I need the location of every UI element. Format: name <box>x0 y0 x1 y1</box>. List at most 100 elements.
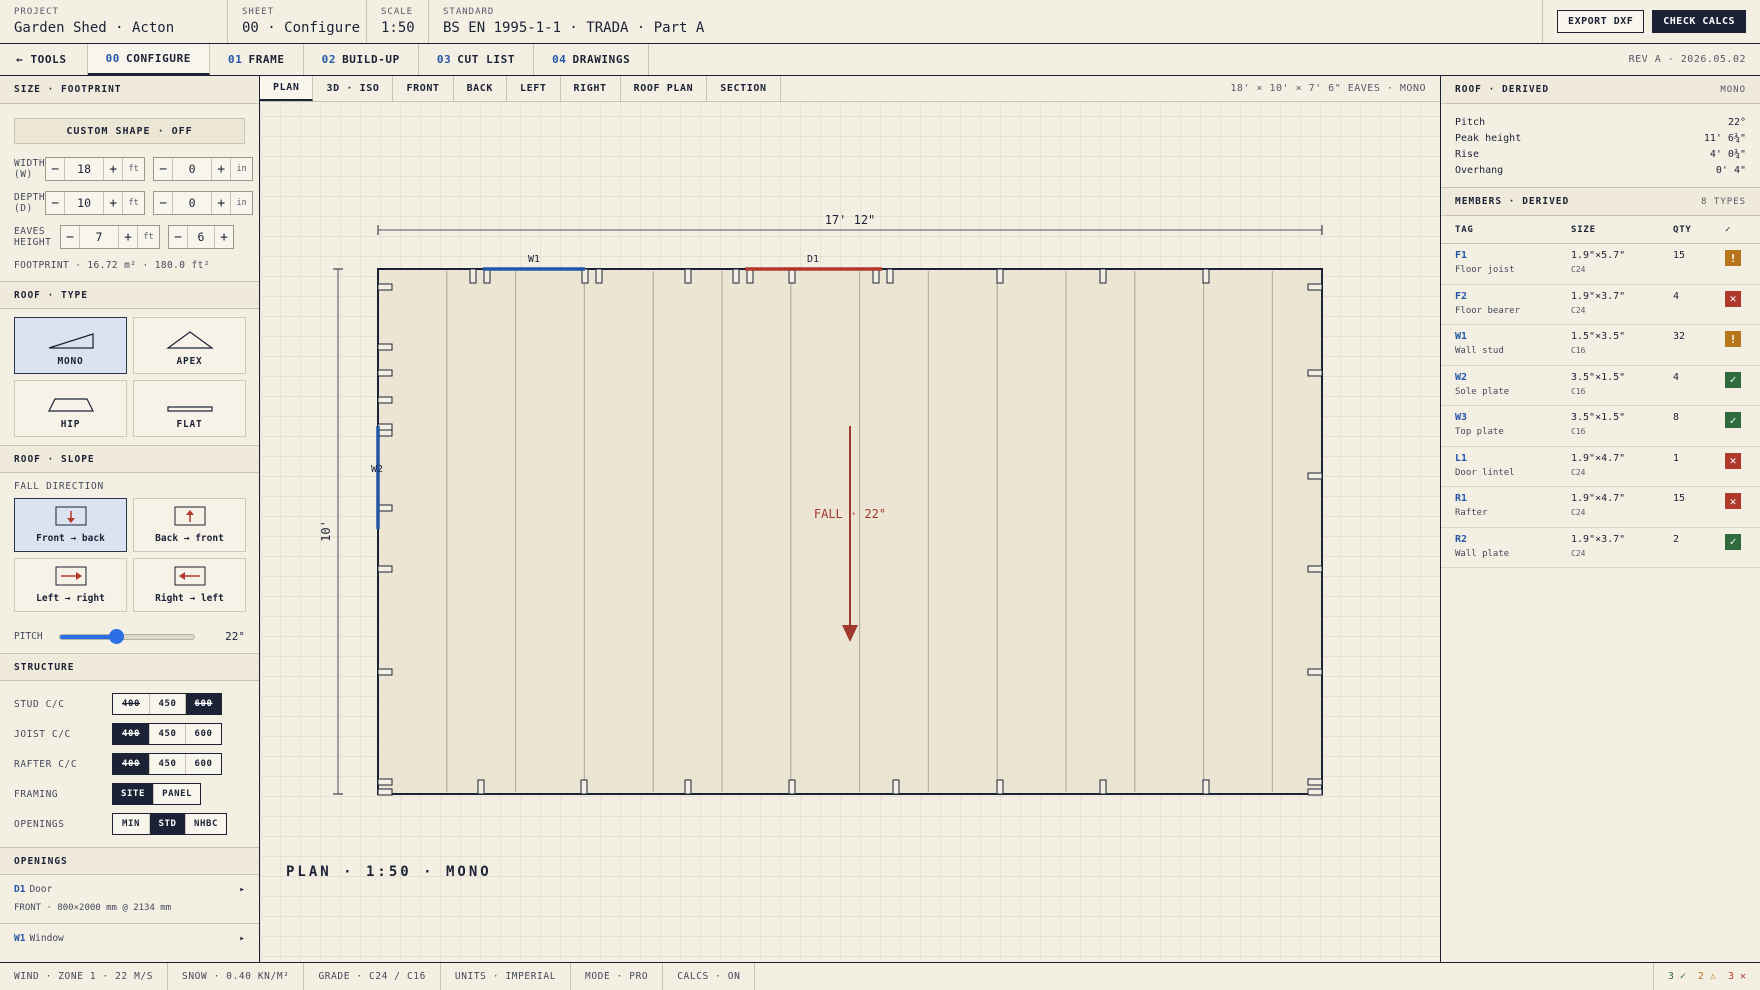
increment-button[interactable]: + <box>212 192 230 214</box>
joist-option-450[interactable]: 450 <box>149 724 185 744</box>
member-row[interactable]: R2 Wall plate 1.9"×3.7" C24 2 ✓ <box>1441 528 1760 568</box>
member-row[interactable]: F2 Floor bearer 1.9"×3.7" C24 4 ✕ <box>1441 285 1760 325</box>
width-ft-value[interactable]: 18 <box>64 158 105 180</box>
derived-peak-row: Peak height 11' 6¾" <box>1441 130 1760 146</box>
member-row[interactable]: W2 Sole plate 3.5"×1.5" C16 4 ✓ <box>1441 366 1760 406</box>
section-structure: STRUCTURE <box>0 653 259 681</box>
standard-label: STANDARD <box>443 7 495 17</box>
member-tag-cell: F2 Floor bearer <box>1455 291 1571 325</box>
member-row[interactable]: W3 Top plate 3.5"×1.5" C16 8 ✓ <box>1441 406 1760 447</box>
width-label: WIDTH (W) <box>14 158 45 180</box>
stud-mark <box>872 268 880 284</box>
joist-option-600[interactable]: 600 <box>185 724 221 744</box>
stud-option-600[interactable]: 600 <box>185 694 221 714</box>
direction-label: Back → front <box>155 533 224 544</box>
member-status-cell: ✓ <box>1725 371 1755 406</box>
pitch-slider[interactable] <box>58 628 195 644</box>
framing-option-site[interactable]: SITE <box>113 784 154 804</box>
roof-type-hip[interactable]: HIP <box>14 380 127 437</box>
stud-option-450[interactable]: 450 <box>149 694 185 714</box>
check-calcs-button[interactable]: CHECK CALCS <box>1652 10 1746 33</box>
tab-configure[interactable]: 00 CONFIGURE <box>87 44 211 75</box>
custom-shape-toggle[interactable]: CUSTOM SHAPE · OFF <box>14 118 245 144</box>
openings-option-min[interactable]: MIN <box>113 814 149 834</box>
openings-option-std[interactable]: STD <box>149 814 185 834</box>
opening-d1[interactable]: D1 Door ▸ <box>0 875 259 895</box>
view-tab-roof-plan[interactable]: ROOF PLAN <box>621 76 708 101</box>
eaves-in-value[interactable]: 6 <box>187 226 215 248</box>
member-row[interactable]: R1 Rafter 1.9"×4.7" C24 15 ✕ <box>1441 487 1760 528</box>
decrement-button[interactable]: − <box>46 192 64 214</box>
view-tab-right[interactable]: RIGHT <box>561 76 621 101</box>
increment-button[interactable]: + <box>104 158 122 180</box>
stud-mark <box>469 268 477 284</box>
width-in-value[interactable]: 0 <box>172 158 213 180</box>
eaves-label-line: HEIGHT <box>14 237 52 248</box>
view-tab-back[interactable]: BACK <box>454 76 508 101</box>
fall-left-right[interactable]: Left → right <box>14 558 127 612</box>
member-row[interactable]: F1 Floor joist 1.9"×5.7" C24 15! <box>1441 244 1760 285</box>
roof-type-apex[interactable]: APEX <box>133 317 246 374</box>
roof-type-mono[interactable]: MONO <box>14 317 127 374</box>
derived-key: Rise <box>1455 148 1480 160</box>
members-count: 8 TYPES <box>1701 196 1746 207</box>
eaves-ft-value[interactable]: 7 <box>79 226 119 248</box>
decrement-button[interactable]: − <box>154 192 172 214</box>
framing-option-panel[interactable]: PANEL <box>153 784 201 804</box>
fall-right-left[interactable]: Right → left <box>133 558 246 612</box>
member-size: 1.9"×4.7" <box>1571 493 1626 504</box>
member-size-cell: 1.9"×4.7" C24 <box>1571 453 1673 487</box>
increment-button[interactable]: + <box>119 226 137 248</box>
fall-back-front[interactable]: Back → front <box>133 498 246 552</box>
opening-w1[interactable]: W1 Window ▸ <box>0 924 259 944</box>
member-tag: F2 <box>1455 290 1468 302</box>
depth-dimension-label: 10' <box>319 520 333 542</box>
members-table-header: TAG SIZE QTY ✓ <box>1441 216 1760 244</box>
tools-button[interactable]: ← TOOLS <box>0 44 88 75</box>
roof-type-flat[interactable]: FLAT <box>133 380 246 437</box>
tab-cut-list[interactable]: 03 CUT LIST <box>419 44 535 75</box>
eaves-row: EAVES HEIGHT −7 + ft −6 + <box>0 220 259 254</box>
member-grade: C16 <box>1571 386 1586 396</box>
stud-mark <box>377 788 393 796</box>
view-tab-left[interactable]: LEFT <box>507 76 561 101</box>
rafter-option-600[interactable]: 600 <box>185 754 221 774</box>
stud-option-400[interactable]: 400 <box>113 694 149 714</box>
rafter-cc-row: RAFTER C/C 400 450 600 <box>0 749 259 779</box>
sheet-label: SHEET <box>242 7 275 17</box>
export-dxf-button[interactable]: EXPORT DXF <box>1557 10 1645 33</box>
tab-build-up[interactable]: 02 BUILD-UP <box>304 44 419 75</box>
pitch-slider-handle[interactable] <box>108 628 124 644</box>
wall-studs <box>377 268 1323 796</box>
tab-drawings[interactable]: 04 DRAWINGS <box>534 44 650 75</box>
member-row[interactable]: L1 Door lintel 1.9"×4.7" C24 1 ✕ <box>1441 447 1760 487</box>
depth-in-value[interactable]: 0 <box>172 192 213 214</box>
view-tab-plan[interactable]: PLAN <box>260 76 314 101</box>
fall-front-back[interactable]: Front → back <box>14 498 127 552</box>
decrement-button[interactable]: − <box>154 158 172 180</box>
drawing-canvas[interactable]: PLAN 3D · ISO FRONT BACK LEFT RIGHT ROOF… <box>260 76 1440 962</box>
apex-roof-icon <box>165 331 214 349</box>
rafter-option-400[interactable]: 400 <box>113 754 149 774</box>
view-tab-3d-iso[interactable]: 3D · ISO <box>313 76 394 101</box>
member-status-icon: ✓ <box>1725 412 1741 428</box>
rafter-option-450[interactable]: 450 <box>149 754 185 774</box>
view-tab-front[interactable]: FRONT <box>393 76 454 101</box>
decrement-button[interactable]: − <box>169 226 187 248</box>
joist-option-400[interactable]: 400 <box>113 724 149 744</box>
depth-ft-value[interactable]: 10 <box>64 192 105 214</box>
member-grade: C24 <box>1571 508 1586 517</box>
increment-button[interactable]: + <box>212 158 230 180</box>
increment-button[interactable]: + <box>215 226 233 248</box>
header-actions: EXPORT DXF CHECK CALCS <box>1542 0 1760 43</box>
decrement-button[interactable]: − <box>46 158 64 180</box>
member-tag: W2 <box>1455 371 1468 383</box>
member-row[interactable]: W1 Wall stud 1.5"×3.5" C16 32! <box>1441 325 1760 366</box>
increment-button[interactable]: + <box>104 192 122 214</box>
decrement-button[interactable]: − <box>61 226 79 248</box>
view-tab-section[interactable]: SECTION <box>707 76 781 101</box>
tab-frame[interactable]: 01 FRAME <box>210 44 304 75</box>
openings-option-nhbc[interactable]: NHBC <box>185 814 227 834</box>
member-size-cell: 1.9"×3.7" C24 <box>1571 291 1673 325</box>
stud-mark <box>1307 668 1323 676</box>
